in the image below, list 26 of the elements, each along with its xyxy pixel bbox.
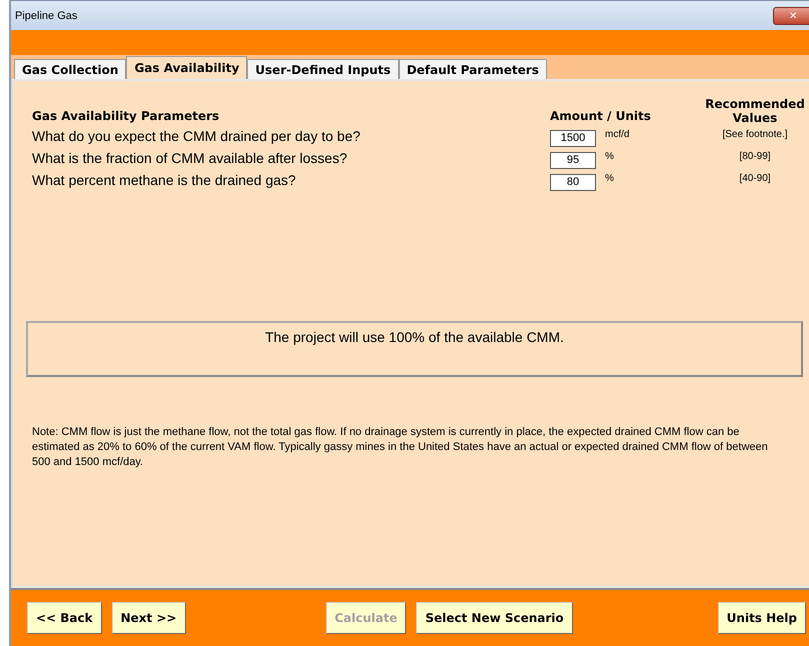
tab[interactable]: User-Defined Inputs [247,59,399,79]
action-button[interactable]: Select New Scenario [416,602,573,634]
recommended-value: [40-90] [738,172,772,184]
unit-label: % [604,150,615,162]
unit-label: % [604,172,615,184]
input-field[interactable]: 1500 [550,130,596,146]
question-label: What percent methane is the drained gas? [32,171,297,190]
column-heading: Amount / Units [550,109,652,125]
tab[interactable]: Default Parameters [398,59,547,79]
tab[interactable]: Gas Collection [14,59,126,79]
action-button[interactable]: << Back [27,602,102,634]
recommended-value: [See footnote.] [721,128,789,140]
tab[interactable]: Gas Availability [126,56,248,79]
result-text: The project will use 100% of the available CMM. [265,329,564,347]
column-heading: Recommended Values [704,97,806,125]
action-button[interactable]: Next >> [112,602,186,634]
recommended-value: [80-99] [738,150,772,162]
window-title: Pipeline Gas [15,10,78,22]
input-field[interactable]: 80 [550,174,596,190]
question-label: What is the fraction of CMM available after losses? [32,149,348,168]
unit-label: mcf/d [604,128,630,140]
action-button[interactable]: Units Help [718,602,806,634]
input-field[interactable]: 95 [550,152,596,168]
section-heading: Gas Availability Parameters [32,109,220,125]
footnote: Note: CMM flow is just the methane flow, not the total gas flow. If no drainage system is currently in place, the expected drained CMM flow can be estimated as 20% to 60% of the current VAM flow. Typically gassy mines in the United States have an actual or expected drained CMM flow of between 500 and 1500 mcf/day. [32,425,769,470]
question-label: What do you expect the CMM drained per day to be? [32,127,362,146]
